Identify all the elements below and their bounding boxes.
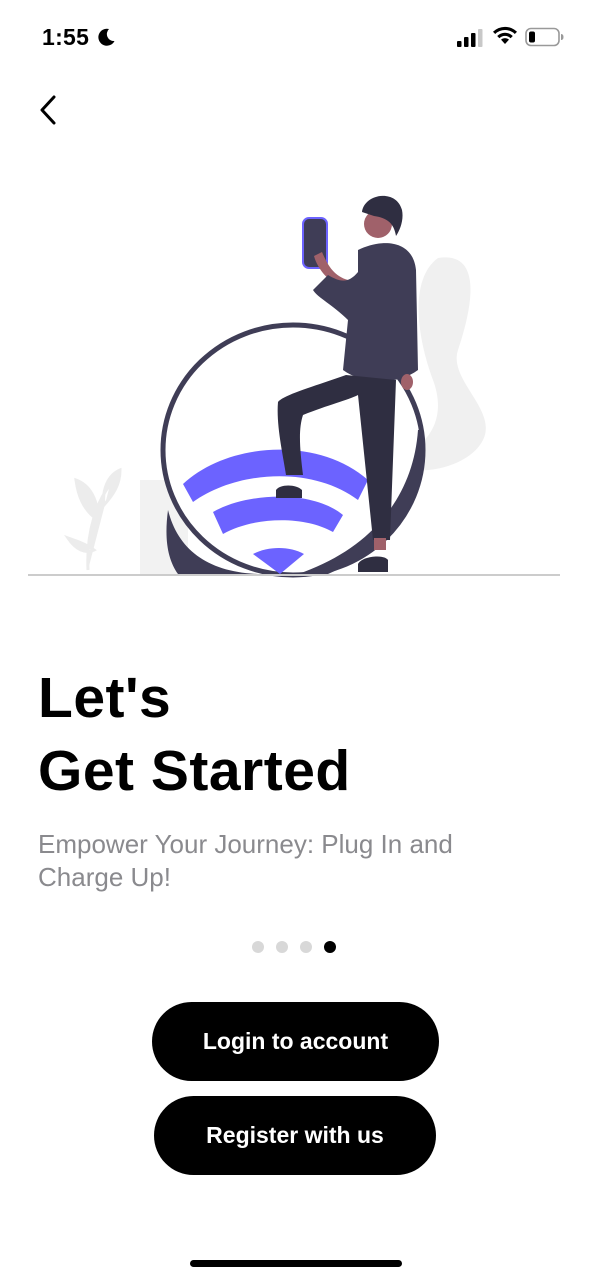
back-button[interactable]	[26, 88, 70, 132]
pagination-dot-4-active[interactable]	[324, 941, 336, 953]
status-time: 1:55	[42, 24, 90, 50]
battery-icon	[525, 27, 564, 47]
hero-illustration	[28, 195, 560, 578]
pagination-dot-3[interactable]	[300, 941, 312, 953]
home-indicator[interactable]	[190, 1260, 402, 1267]
title-line-1: Let's	[38, 666, 172, 730]
login-button[interactable]: Login to account	[152, 1002, 439, 1081]
pagination-dot-1[interactable]	[252, 941, 264, 953]
page-subtitle: Empower Your Journey: Plug In and Charge…	[38, 829, 453, 892]
pagination-dots	[252, 941, 336, 955]
chevron-left-icon	[40, 95, 56, 125]
register-button[interactable]: Register with us	[154, 1096, 436, 1175]
moon-icon	[98, 28, 115, 46]
login-button-label: Login to account	[202, 1028, 389, 1054]
person-hand	[401, 374, 413, 390]
pagination-dot-2[interactable]	[276, 941, 288, 953]
title-line-2: Get Started	[38, 739, 351, 803]
wifi-icon	[493, 26, 517, 44]
page-title: Let's Get Started	[38, 662, 351, 808]
register-button-label: Register with us	[206, 1122, 384, 1148]
person-ankle	[374, 538, 386, 550]
status-bar: 1:55	[0, 0, 591, 76]
background-plant-icon	[64, 467, 122, 571]
signal-icon	[457, 29, 483, 47]
person-shoe-right	[358, 556, 388, 572]
